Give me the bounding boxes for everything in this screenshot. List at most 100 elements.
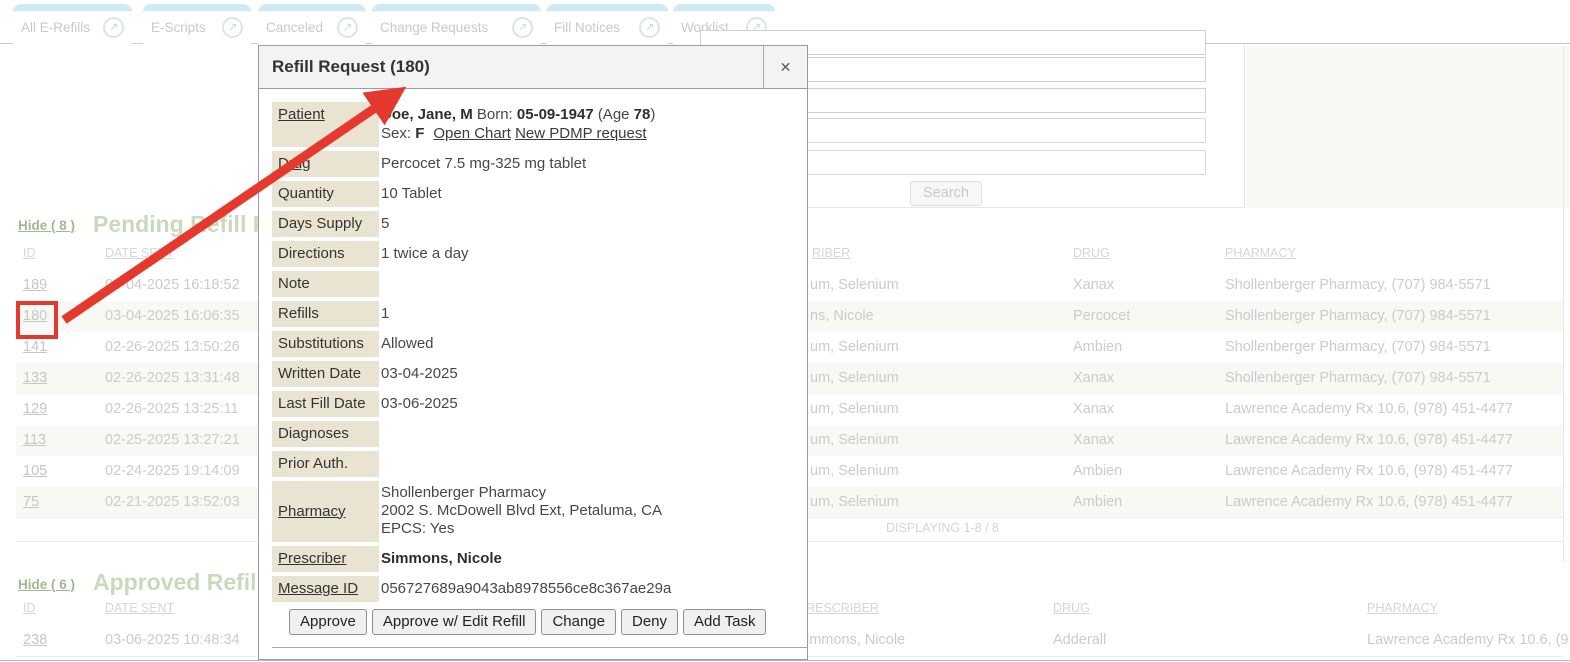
tab-label: Canceled [266, 20, 323, 35]
message-id-label-link[interactable]: Message ID [272, 576, 379, 602]
approved-hide-link[interactable]: Hide ( 6 ) [18, 577, 75, 592]
tab-all-e-refills[interactable]: All E-Refills ↗ [13, 4, 132, 44]
field-row-prescriber: Prescriber Simmons, Nicole [272, 546, 807, 572]
pending-col-date-sent[interactable]: DATE SENT [105, 246, 174, 260]
approve-button[interactable]: Approve [289, 609, 367, 635]
tab-fill-notices[interactable]: Fill Notices ↗ [546, 4, 668, 44]
patient-line-2: Sex: FOpen Chart New PDMP request [381, 124, 801, 143]
open-chart-link[interactable]: Open Chart [433, 125, 511, 142]
date-sent-cell: 02-21-2025 13:52:03 [105, 487, 240, 518]
drug-value: Percocet 7.5 mg-325 mg tablet [379, 151, 807, 177]
date-sent-cell: 02-26-2025 13:50:26 [105, 332, 240, 363]
close-icon[interactable]: ✕ [763, 46, 807, 88]
pharmacy-cell: Shollenberger Pharmacy, (707) 984-5571 [1225, 332, 1491, 363]
date-sent-cell: 02-26-2025 13:25:11 [105, 394, 239, 425]
refill-id-link[interactable]: 105 [23, 456, 47, 487]
refill-id-link[interactable]: 75 [23, 487, 39, 518]
open-report-icon[interactable]: ↗ [512, 17, 533, 38]
pharmacy-cell: Shollenberger Pharmacy, (707) 984-5571 [1225, 301, 1491, 332]
prescriber-cell: um, Selenium [810, 456, 899, 487]
drug-cell: Xanax [1073, 394, 1114, 425]
patient-line-1: Doe, Jane, M Born: 05-09-1947 (Age 78) [381, 105, 801, 124]
dialog-body: Patient Doe, Jane, M Born: 05-09-1947 (A… [259, 89, 807, 662]
field-row-diagnoses: Diagnoses [272, 421, 807, 447]
last-fill-date-value: 03-06-2025 [379, 391, 807, 417]
open-report-icon[interactable]: ↗ [222, 17, 243, 38]
refill-id-link[interactable]: 189 [23, 270, 47, 301]
field-row-pharmacy: Pharmacy Shollenberger Pharmacy 2002 S. … [272, 481, 807, 542]
field-row-prior-auth: Prior Auth. [272, 451, 807, 477]
prior-auth-label: Prior Auth. [272, 451, 379, 477]
approved-col-id[interactable]: ID [23, 601, 36, 615]
pending-col-pharmacy[interactable]: PHARMACY [1225, 246, 1296, 260]
open-report-icon[interactable]: ↗ [103, 17, 124, 38]
highlight-box-id-180 [16, 301, 58, 339]
pharmacy-value: Shollenberger Pharmacy 2002 S. McDowell … [379, 481, 807, 542]
tab-change-requests[interactable]: Change Requests ↗ [372, 4, 541, 44]
pharmacy-label-link[interactable]: Pharmacy [272, 481, 379, 542]
prescriber-label-link[interactable]: Prescriber [272, 546, 379, 572]
approved-col-date-sent[interactable]: DATE SENT [105, 601, 174, 615]
date-sent-cell: 03-04-2025 16:06:35 [105, 301, 240, 332]
last-fill-date-label: Last Fill Date [272, 391, 379, 417]
directions-value: 1 twice a day [379, 241, 807, 267]
pharmacy-cell: Shollenberger Pharmacy, (707) 984-5571 [1225, 363, 1491, 394]
pending-col-drug[interactable]: DRUG [1073, 246, 1110, 260]
pending-col-id[interactable]: ID [23, 246, 36, 260]
drug-cell: Xanax [1073, 270, 1114, 301]
refill-id-link[interactable]: 129 [23, 394, 47, 425]
date-sent-cell: 03-06-2025 10:48:34 [105, 625, 240, 656]
drug-label-link[interactable]: Drug [272, 151, 379, 177]
refills-label: Refills [272, 301, 379, 327]
field-row-substitutions: Substitutions Allowed [272, 331, 807, 357]
drug-cell: Xanax [1073, 363, 1114, 394]
refill-id-link[interactable]: 113 [23, 425, 46, 456]
prescriber-cell: immons, Nicole [806, 625, 905, 656]
new-pdmp-request-link[interactable]: New PDMP request [515, 125, 646, 142]
pending-hide-link[interactable]: Hide ( 8 ) [18, 218, 75, 233]
pharmacy-name: Shollenberger Pharmacy [381, 484, 801, 502]
approved-col-prescriber[interactable]: RESCRIBER [806, 601, 879, 615]
approved-section-title: Approved Refill [93, 569, 263, 596]
tab-label: Change Requests [380, 20, 488, 35]
prescriber-value: Simmons, Nicole [379, 546, 807, 572]
field-row-last-fill-date: Last Fill Date 03-06-2025 [272, 391, 807, 417]
diagnoses-label: Diagnoses [272, 421, 379, 447]
prescriber-cell: um, Selenium [810, 487, 899, 518]
open-report-icon[interactable]: ↗ [639, 17, 660, 38]
prior-auth-value [379, 451, 807, 477]
days-supply-label: Days Supply [272, 211, 379, 237]
pharmacy-epcs: EPCS: Yes [381, 520, 801, 538]
date-sent-cell: 03-04-2025 16:18:52 [105, 270, 240, 301]
deny-button[interactable]: Deny [621, 609, 678, 635]
pharmacy-cell: Lawrence Academy Rx 10.6, (9 [1367, 625, 1569, 656]
approve-with-edit-refill-button[interactable]: Approve w/ Edit Refill [372, 609, 537, 635]
written-date-value: 03-04-2025 [379, 361, 807, 387]
tab-canceled[interactable]: Canceled ↗ [258, 4, 366, 44]
e-refills-page: All E-Refills ↗ E-Scripts ↗ Canceled ↗ C… [0, 0, 1570, 662]
quantity-value: 10 Tablet [379, 181, 807, 207]
page-background-panel [1246, 46, 1570, 208]
refill-id-link[interactable]: 133 [23, 363, 47, 394]
patient-label-link[interactable]: Patient [272, 102, 379, 147]
drug-cell: Xanax [1073, 425, 1114, 456]
prescriber-cell: ns, Nicole [810, 301, 874, 332]
date-sent-cell: 02-25-2025 13:27:21 [105, 425, 240, 456]
open-report-icon[interactable]: ↗ [337, 17, 358, 38]
quantity-label: Quantity [272, 181, 379, 207]
refill-id-link[interactable]: 238 [23, 625, 47, 656]
pending-col-prescriber[interactable]: RIBER [812, 246, 850, 260]
approved-col-pharmacy[interactable]: PHARMACY [1367, 601, 1438, 615]
tab-label: E-Scripts [151, 20, 206, 35]
add-task-button[interactable]: Add Task [683, 609, 766, 635]
pharmacy-address: 2002 S. McDowell Blvd Ext, Petaluma, CA [381, 502, 801, 520]
search-button[interactable]: Search [910, 181, 982, 206]
prescriber-cell: um, Selenium [810, 425, 899, 456]
patient-value: Doe, Jane, M Born: 05-09-1947 (Age 78) S… [379, 102, 807, 147]
change-button[interactable]: Change [541, 609, 616, 635]
message-id-value: 056727689a9043ab8978556ce8c367ae29a [379, 576, 807, 602]
approved-col-drug[interactable]: DRUG [1053, 601, 1090, 615]
tab-e-scripts[interactable]: E-Scripts ↗ [143, 4, 251, 44]
field-row-note: Note [272, 271, 807, 297]
pharmacy-cell: Lawrence Academy Rx 10.6, (978) 451-4477 [1225, 394, 1513, 425]
